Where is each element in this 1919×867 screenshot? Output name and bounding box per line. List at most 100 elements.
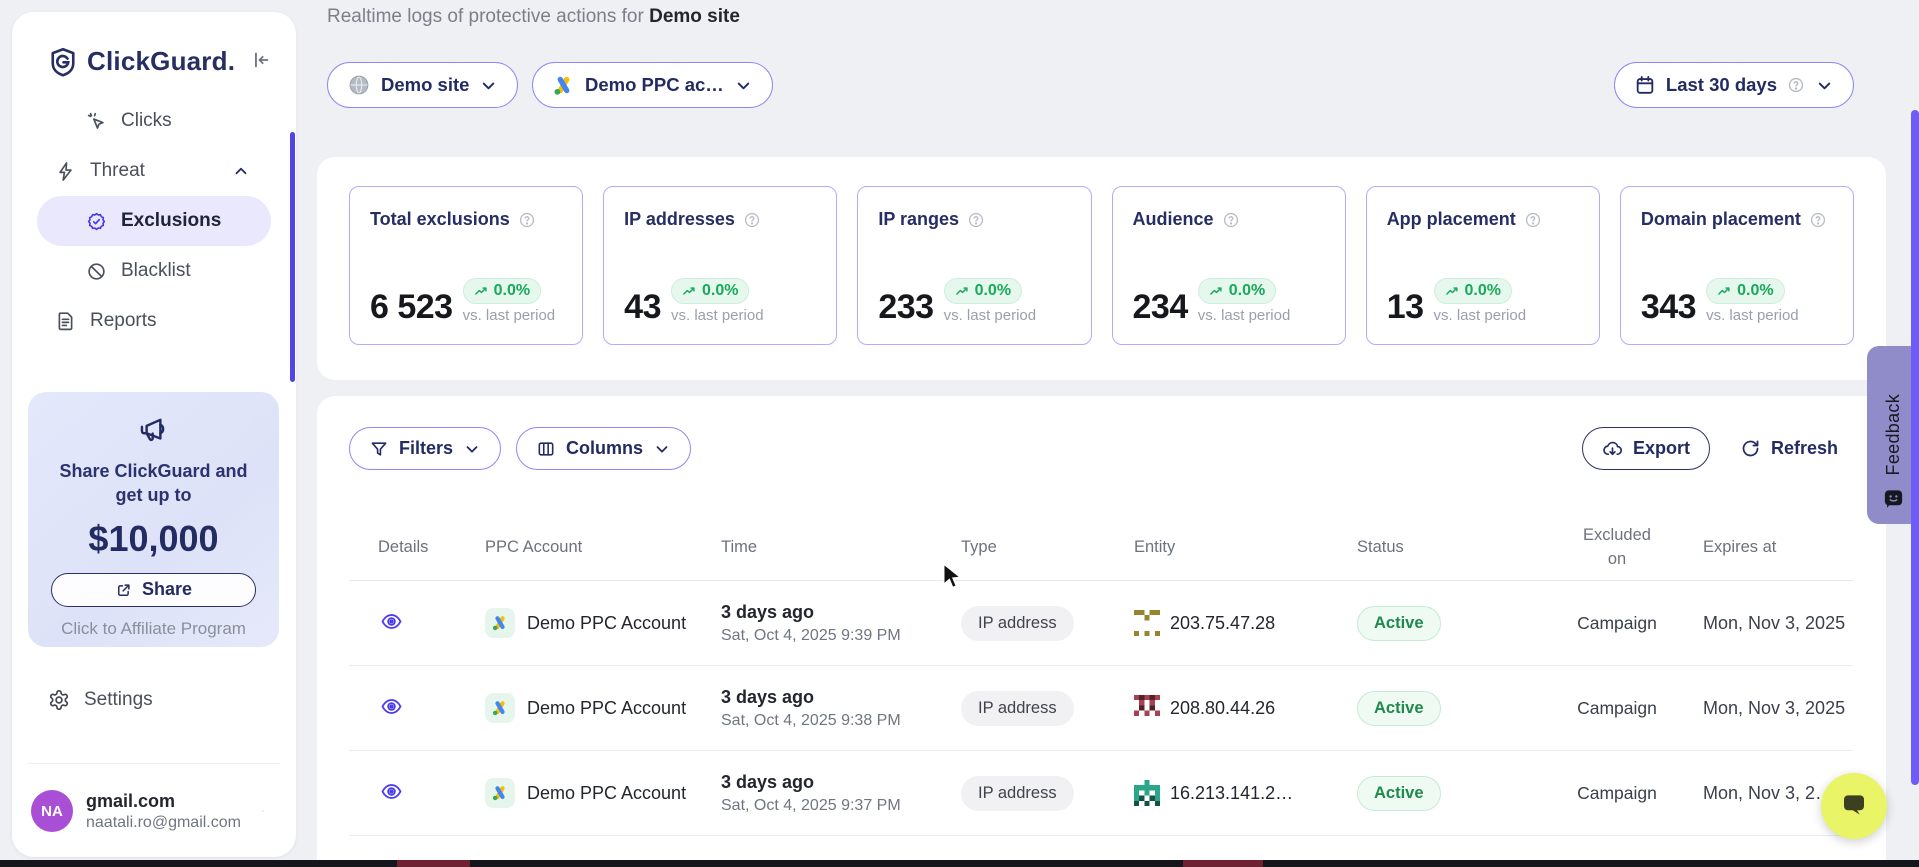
sidebar-item-label: Clicks [121, 110, 172, 132]
type-badge: IP address [961, 606, 1074, 641]
time-relative: 3 days ago [721, 772, 932, 793]
trend-badge: 0.0% [1434, 278, 1512, 304]
trend-value: 0.0% [975, 282, 1011, 300]
sidebar-scrollbar[interactable] [290, 132, 295, 382]
sidebar-item-blacklist[interactable]: Blacklist [37, 246, 271, 296]
refresh-button[interactable]: Refresh [1736, 427, 1842, 470]
trend-badge: 0.0% [944, 278, 1022, 304]
help-icon [1787, 76, 1805, 94]
column-header-entity: Entity [1105, 538, 1328, 557]
trend-badge: 0.0% [463, 278, 541, 304]
brand: ClickGuard. [48, 46, 235, 77]
entity-identicon [1134, 780, 1160, 806]
columns-button[interactable]: Columns [516, 427, 691, 470]
sidebar-item-clicks[interactable]: Clicks [37, 96, 271, 146]
time-relative: 3 days ago [721, 687, 932, 708]
stat-caption: vs. last period [1706, 307, 1799, 324]
entity-value: 16.213.141.2… [1170, 783, 1293, 804]
filters-button[interactable]: Filters [349, 427, 501, 470]
stat-caption: vs. last period [1198, 307, 1291, 324]
column-header-type: Type [932, 538, 1105, 557]
stat-label: IP addresses [624, 209, 735, 230]
column-header-excluded-on: Excluded on [1551, 524, 1683, 572]
eye-icon [380, 610, 403, 633]
excluded-on-value: Campaign [1551, 783, 1683, 804]
trend-value: 0.0% [1737, 282, 1773, 300]
table-row: Demo PPC Account 3 days ago Sat, Oct 4, … [349, 751, 1853, 836]
avatar: NA [31, 790, 73, 832]
ppc-account-name: Demo PPC Account [527, 783, 686, 804]
stat-card: Total exclusions 6 523 0.0% vs. last per… [349, 186, 583, 345]
sidebar-item-exclusions[interactable]: Exclusions [37, 196, 271, 246]
affiliate-promo-card[interactable]: Share ClickGuard and get up to $10,000 S… [28, 392, 279, 647]
chat-launcher-button[interactable] [1821, 773, 1887, 839]
column-header-time: Time [692, 538, 932, 557]
expires-at-value: Mon, Nov 3, 2025 [1683, 698, 1853, 719]
collapse-sidebar-icon [250, 49, 272, 71]
eye-icon [380, 780, 403, 803]
stat-card: App placement 13 0.0% vs. last period [1366, 186, 1600, 345]
stat-card: Audience 234 0.0% vs. last period [1112, 186, 1346, 345]
chevron-up-icon [232, 162, 250, 180]
help-icon [1809, 211, 1827, 229]
table-header: Details PPC Account Time Type Entity Sta… [349, 515, 1853, 581]
refresh-icon [1740, 438, 1761, 459]
view-details-button[interactable] [378, 778, 405, 805]
stat-caption: vs. last period [463, 307, 556, 324]
view-details-button[interactable] [378, 608, 405, 635]
sidebar-item-label: Blacklist [121, 260, 191, 282]
expires-at-value: Mon, Nov 3, 2025 [1683, 613, 1853, 634]
sidebar-item-label: Settings [84, 689, 153, 711]
column-header-ppc-account: PPC Account [456, 538, 692, 557]
globe-icon [347, 73, 371, 97]
google-ads-icon [485, 778, 515, 808]
stat-value: 343 [1641, 290, 1696, 324]
stat-label: IP ranges [878, 209, 959, 230]
chat-bubble-icon [1838, 790, 1870, 822]
stat-label: Audience [1133, 209, 1214, 230]
chevron-down-icon [463, 440, 481, 458]
gear-icon [48, 689, 70, 711]
trend-up-icon [1209, 284, 1224, 299]
feedback-smiley-icon [1882, 487, 1905, 510]
stat-card: IP addresses 43 0.0% vs. last period [603, 186, 837, 345]
trend-badge: 0.0% [1198, 278, 1276, 304]
trend-value: 0.0% [494, 282, 530, 300]
promo-amount: $10,000 [28, 518, 279, 560]
user-menu[interactable]: NA gmail.com naatali.ro@gmail.com [31, 783, 282, 839]
calendar-icon [1634, 74, 1656, 96]
sidebar-item-threat[interactable]: Threat [12, 146, 296, 196]
sidebar-item-settings[interactable]: Settings [12, 675, 296, 725]
sidebar-item-label: Threat [90, 160, 145, 182]
share-button[interactable]: Share [51, 573, 256, 607]
export-button[interactable]: Export [1582, 427, 1710, 470]
view-details-button[interactable] [378, 693, 405, 720]
help-icon [743, 211, 761, 229]
refresh-label: Refresh [1771, 438, 1838, 459]
entity-value: 203.75.47.28 [1170, 613, 1275, 634]
sidebar-collapse-button[interactable] [248, 47, 274, 76]
page-scrollbar[interactable] [1911, 110, 1919, 785]
trend-up-icon [474, 284, 489, 299]
time-exact: Sat, Oct 4, 2025 9:39 PM [721, 627, 932, 645]
table-row: Demo PPC Account 3 days ago Sat, Oct 4, … [349, 666, 1853, 751]
date-range-selector[interactable]: Last 30 days [1614, 62, 1854, 108]
external-link-icon [115, 581, 133, 599]
sidebar-item-reports[interactable]: Reports [12, 296, 296, 346]
site-selector[interactable]: Demo site [327, 62, 518, 108]
subtitle-text: Realtime logs of protective actions for [327, 6, 644, 27]
entity-identicon [1134, 695, 1160, 721]
account-switcher-icon [262, 800, 282, 822]
chevron-down-icon [653, 440, 671, 458]
trend-value: 0.0% [1465, 282, 1501, 300]
google-ads-icon [485, 693, 515, 723]
stat-value: 233 [878, 290, 933, 324]
user-name: gmail.com [86, 791, 241, 812]
trend-up-icon [682, 284, 697, 299]
stat-card: IP ranges 233 0.0% vs. last period [857, 186, 1091, 345]
ppc-account-name: Demo PPC Account [527, 698, 686, 719]
stat-caption: vs. last period [1434, 307, 1527, 324]
ppc-account-selector[interactable]: Demo PPC ac… [532, 62, 773, 108]
ppc-account-name: Demo PPC Account [527, 613, 686, 634]
type-badge: IP address [961, 776, 1074, 811]
